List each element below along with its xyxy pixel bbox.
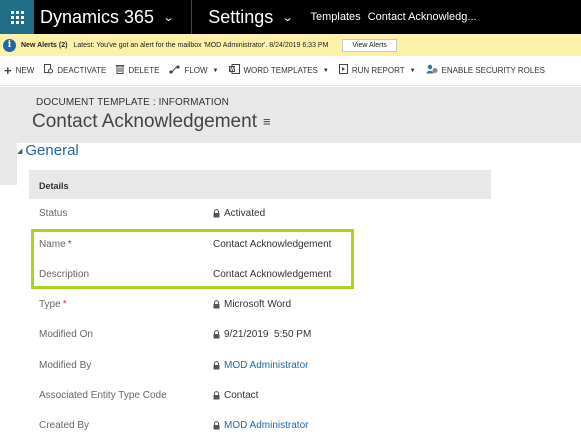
chevron-down-icon: ⌄ xyxy=(281,11,294,24)
app-launcher-button[interactable] xyxy=(0,0,34,34)
field-value-created-by: MOD Administrator xyxy=(213,420,308,431)
lock-icon xyxy=(213,391,220,400)
breadcrumb-record[interactable]: Contact Acknowledg... xyxy=(368,11,477,23)
field-value-associated-entity: Contact xyxy=(213,390,258,401)
word-icon: W xyxy=(228,64,240,77)
field-row-type: Type * Microsoft Word xyxy=(29,290,491,320)
breadcrumb-templates[interactable]: Templates xyxy=(311,11,361,23)
app-switcher[interactable]: Dynamics 365 ⌄ xyxy=(40,6,175,28)
field-row-created-by: Created By MOD Administrator xyxy=(29,411,491,441)
nav-divider xyxy=(191,0,193,34)
deactivate-label: DEACTIVATE xyxy=(57,66,107,75)
flow-label: FLOW xyxy=(184,66,208,75)
form-selector-icon[interactable]: ≡ xyxy=(263,114,271,129)
dropdown-arrow-icon: ▼ xyxy=(409,67,416,74)
delete-label: DELETE xyxy=(128,66,160,75)
chevron-down-icon: ⌄ xyxy=(162,11,175,24)
field-label-modified-on: Modified On xyxy=(39,329,93,340)
lock-icon xyxy=(213,361,220,370)
alert-message: Latest: You've got an alert for the mail… xyxy=(73,41,329,49)
section-general-toggle[interactable]: ◢ General xyxy=(17,142,79,159)
created-by-link[interactable]: MOD Administrator xyxy=(224,420,308,431)
top-nav-bar: Dynamics 365 ⌄ Settings ⌄ Templates Cont… xyxy=(0,0,581,34)
alert-bar: i New Alerts (2) Latest: You've got an a… xyxy=(0,34,581,56)
new-label: NEW xyxy=(15,66,35,75)
field-label-text: Type xyxy=(39,299,61,310)
field-value-text: Activated xyxy=(224,208,266,219)
field-value-text: Microsoft Word xyxy=(224,299,292,310)
app-title: Dynamics 365 xyxy=(40,6,155,27)
dropdown-arrow-icon: ▼ xyxy=(322,67,329,74)
details-subsection-header: Details xyxy=(29,170,491,199)
highlight-box xyxy=(31,229,354,289)
required-indicator: * xyxy=(62,299,67,310)
command-bar: + NEW DEACTIVATE DELETE FLOW ▼ W WORD TE… xyxy=(0,56,581,86)
field-label-created-by: Created By xyxy=(39,420,90,431)
trash-icon xyxy=(116,64,125,77)
enable-security-roles-button[interactable]: ENABLE SECURITY ROLES xyxy=(426,64,545,77)
security-icon xyxy=(426,64,438,77)
field-row-status: Status Activated xyxy=(29,199,491,229)
deactivate-button[interactable]: DEACTIVATE xyxy=(44,64,106,77)
field-label-type: Type * xyxy=(39,299,67,310)
lock-icon xyxy=(213,300,220,309)
field-row-modified-on: Modified On 9/21/2019 5:50 PM xyxy=(29,320,491,350)
dropdown-arrow-icon: ▼ xyxy=(212,67,219,74)
record-header: DOCUMENT TEMPLATE : INFORMATION Contact … xyxy=(0,87,581,143)
field-value-modified-on: 9/21/2019 5:50 PM xyxy=(213,329,311,340)
flow-button[interactable]: FLOW ▼ xyxy=(169,64,219,77)
report-icon xyxy=(338,64,348,77)
field-value-text: 9/21/2019 5:50 PM xyxy=(224,329,312,340)
details-title: Details xyxy=(39,181,69,191)
breadcrumb: Templates Contact Acknowledg... xyxy=(311,11,477,23)
field-label-modified-by: Modified By xyxy=(39,360,92,371)
field-label-status: Status xyxy=(39,208,68,219)
alert-title[interactable]: New Alerts (2) xyxy=(21,42,67,49)
waffle-icon xyxy=(10,10,24,24)
area-switcher[interactable]: Settings ⌄ xyxy=(208,6,294,28)
field-value-text: Contact xyxy=(224,390,259,401)
info-icon: i xyxy=(3,38,16,52)
lock-icon xyxy=(213,421,220,430)
collapse-triangle-icon: ◢ xyxy=(17,147,23,155)
section-title: General xyxy=(25,142,79,159)
run-report-label: RUN REPORT xyxy=(351,66,405,75)
svg-text:W: W xyxy=(230,67,235,73)
new-button[interactable]: + NEW xyxy=(4,63,34,78)
left-rail xyxy=(0,143,17,185)
lock-icon xyxy=(213,330,220,339)
delete-button[interactable]: DELETE xyxy=(116,64,159,77)
area-title: Settings xyxy=(208,6,274,27)
field-row-modified-by: Modified By MOD Administrator xyxy=(29,351,491,381)
plus-icon: + xyxy=(4,63,12,78)
word-templates-label: WORD TEMPLATES xyxy=(243,66,318,75)
view-alerts-button[interactable]: View Alerts xyxy=(342,38,397,52)
entity-form-label: DOCUMENT TEMPLATE : INFORMATION xyxy=(36,97,229,108)
field-label-associated-entity: Associated Entity Type Code xyxy=(39,390,167,401)
lock-icon xyxy=(213,209,220,218)
field-row-associated-entity: Associated Entity Type Code Contact xyxy=(29,381,491,411)
record-title-text: Contact Acknowledgement xyxy=(32,111,257,132)
record-title: Contact Acknowledgement ≡ xyxy=(32,111,271,133)
deactivate-icon xyxy=(44,64,54,77)
modified-by-link[interactable]: MOD Administrator xyxy=(224,360,308,371)
flow-icon xyxy=(169,64,181,77)
field-value-status: Activated xyxy=(213,208,265,219)
word-templates-button[interactable]: W WORD TEMPLATES ▼ xyxy=(228,64,329,77)
field-value-modified-by: MOD Administrator xyxy=(213,360,308,371)
run-report-button[interactable]: RUN REPORT ▼ xyxy=(338,64,416,77)
enable-security-roles-label: ENABLE SECURITY ROLES xyxy=(441,66,545,75)
field-value-type: Microsoft Word xyxy=(213,299,291,310)
